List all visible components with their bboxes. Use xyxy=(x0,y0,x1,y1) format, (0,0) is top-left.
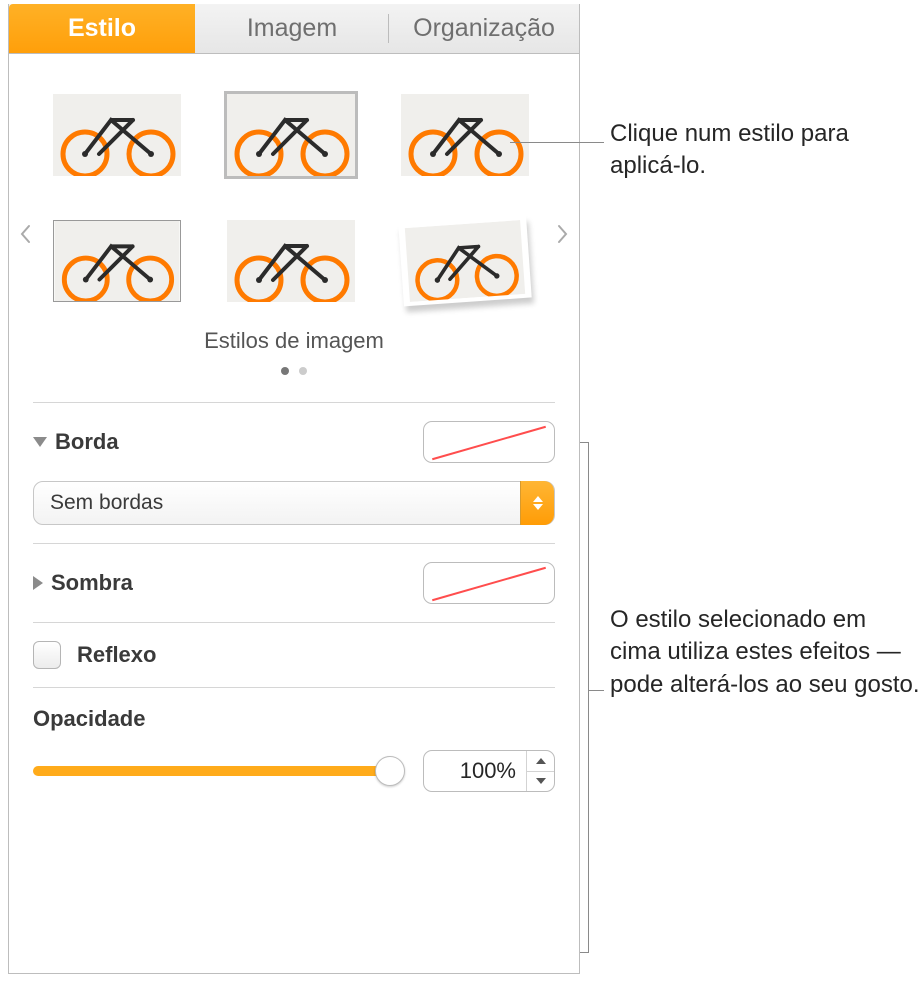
tab-style[interactable]: Estilo xyxy=(9,4,195,53)
style-thumbnail[interactable] xyxy=(53,94,181,176)
border-disclosure[interactable]: Borda xyxy=(33,429,119,455)
page-dot[interactable] xyxy=(281,367,289,375)
select-stepper-icon xyxy=(520,481,554,525)
page-dot[interactable] xyxy=(299,367,307,375)
style-thumbnail[interactable] xyxy=(227,94,355,176)
opacity-spinner[interactable] xyxy=(423,750,555,792)
style-thumbnail[interactable] xyxy=(53,220,181,302)
reflection-label: Reflexo xyxy=(77,642,156,668)
tab-style-label: Estilo xyxy=(68,14,136,43)
border-section: Borda Sem bordas xyxy=(9,403,579,543)
tab-image[interactable]: Imagem xyxy=(195,4,389,53)
gallery-prev-button[interactable] xyxy=(15,214,35,254)
callout-leader-line xyxy=(588,690,604,691)
opacity-value-input[interactable] xyxy=(424,751,526,791)
style-thumbnail[interactable] xyxy=(227,220,355,302)
chevron-right-icon xyxy=(33,576,43,590)
slider-knob[interactable] xyxy=(375,756,405,786)
border-label: Borda xyxy=(55,429,119,455)
callout-bracket xyxy=(580,442,589,443)
opacity-section: Opacidade xyxy=(9,688,579,810)
tab-image-label: Imagem xyxy=(247,14,337,43)
format-inspector-panel: Estilo Imagem Organização Estilos de ima… xyxy=(8,4,580,974)
callout-effects: O estilo selecionado em cima utiliza est… xyxy=(610,604,920,701)
gallery-next-button[interactable] xyxy=(553,214,573,254)
shadow-disclosure[interactable]: Sombra xyxy=(33,570,133,596)
stepper-up-button[interactable] xyxy=(527,751,554,772)
gallery-title: Estilos de imagem xyxy=(49,328,539,354)
stepper-down-button[interactable] xyxy=(527,772,554,792)
callout-bracket xyxy=(588,442,589,952)
border-preview-swatch[interactable] xyxy=(423,421,555,463)
reflection-section: Reflexo xyxy=(9,623,579,687)
style-gallery-section: Estilos de imagem xyxy=(9,54,579,402)
callout-text: Clique num estilo para aplicá-lo. xyxy=(610,120,849,179)
tab-arrange-label: Organização xyxy=(413,14,555,43)
style-thumbnail[interactable] xyxy=(401,94,529,176)
chevron-down-icon xyxy=(33,437,47,447)
callout-bracket xyxy=(580,952,589,953)
opacity-label: Opacidade xyxy=(33,706,145,732)
shadow-section: Sombra xyxy=(9,544,579,622)
shadow-label: Sombra xyxy=(51,570,133,596)
border-select-value: Sem bordas xyxy=(50,491,163,515)
reflection-checkbox[interactable] xyxy=(33,641,61,669)
callout-leader-line xyxy=(510,142,604,143)
callout-styles: Clique num estilo para aplicá-lo. xyxy=(610,118,910,183)
style-gallery xyxy=(53,94,535,302)
opacity-slider[interactable] xyxy=(33,766,401,776)
tab-arrange[interactable]: Organização xyxy=(389,4,579,53)
gallery-page-dots xyxy=(49,362,539,380)
shadow-preview-swatch[interactable] xyxy=(423,562,555,604)
border-style-select[interactable]: Sem bordas xyxy=(33,481,555,525)
callout-text: O estilo selecionado em cima utiliza est… xyxy=(610,606,920,698)
tab-bar: Estilo Imagem Organização xyxy=(9,4,579,54)
style-thumbnail[interactable] xyxy=(401,220,529,302)
